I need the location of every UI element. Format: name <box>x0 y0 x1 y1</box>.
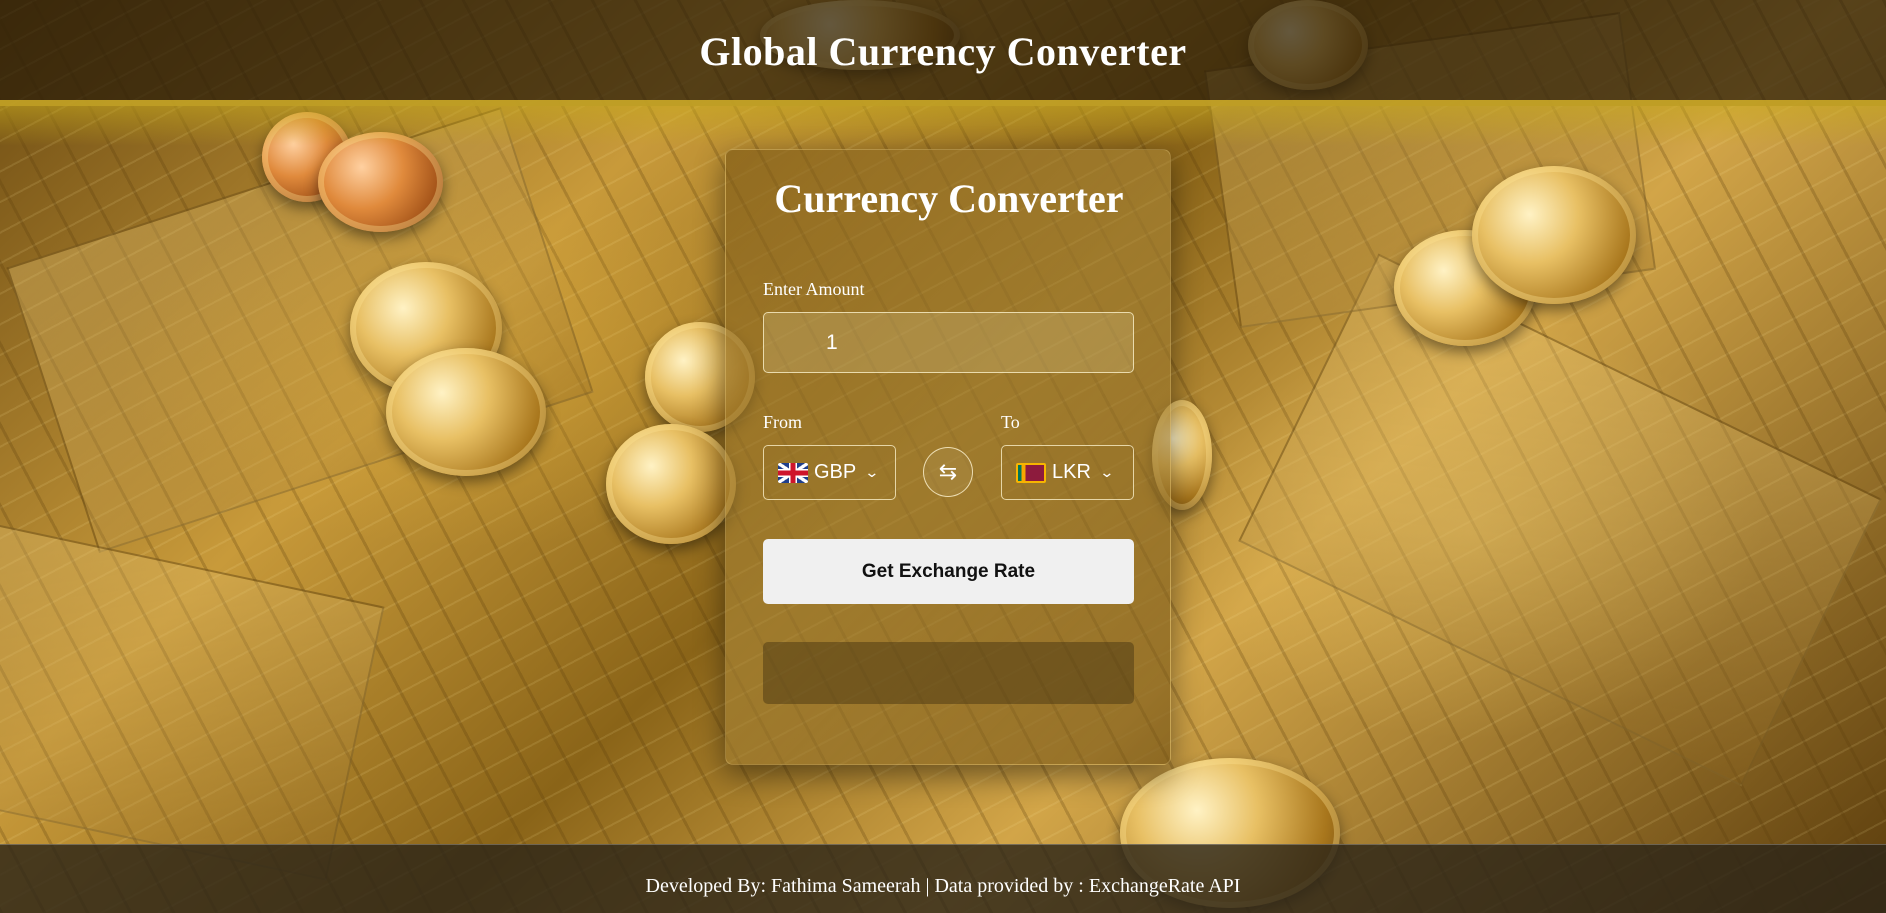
chevron-down-icon: ⌄ <box>864 464 880 480</box>
swap-currencies-button[interactable]: ⇆ <box>923 447 973 497</box>
amount-label: Enter Amount <box>763 279 865 299</box>
background-coin <box>386 348 546 476</box>
background-coin <box>606 424 736 544</box>
site-title: Global Currency Converter <box>699 29 1187 74</box>
converter-card: Currency Converter Enter Amount From To … <box>725 149 1171 765</box>
site-footer: Developed By: Fathima Sameerah | Data pr… <box>0 844 1886 913</box>
background-coin <box>1472 166 1636 304</box>
amount-input[interactable] <box>763 312 1134 373</box>
from-label: From <box>763 412 803 432</box>
converter-title: Currency Converter <box>774 176 1124 221</box>
background-banknote <box>1238 253 1882 787</box>
header-accent-band <box>0 106 1886 146</box>
from-currency-value: GBP <box>814 461 857 483</box>
to-currency-select[interactable]: LKR ⌄ <box>1001 445 1134 500</box>
site-header: Global Currency Converter <box>0 0 1886 106</box>
to-currency-value: LKR <box>1052 461 1091 483</box>
chevron-down-icon: ⌄ <box>1099 464 1115 480</box>
footer-credits: Developed By: Fathima Sameerah | Data pr… <box>645 874 1241 897</box>
exchange-result <box>763 642 1134 704</box>
from-currency-select[interactable]: GBP ⌄ <box>763 445 896 500</box>
background-banknote <box>0 519 385 881</box>
sri-lanka-flag-icon <box>1016 462 1046 483</box>
swap-arrows-icon: ⇆ <box>938 459 958 485</box>
get-exchange-rate-button[interactable]: Get Exchange Rate <box>763 539 1134 604</box>
background-coin <box>318 132 443 232</box>
uk-flag-icon <box>778 462 808 483</box>
to-label: To <box>1001 412 1020 432</box>
